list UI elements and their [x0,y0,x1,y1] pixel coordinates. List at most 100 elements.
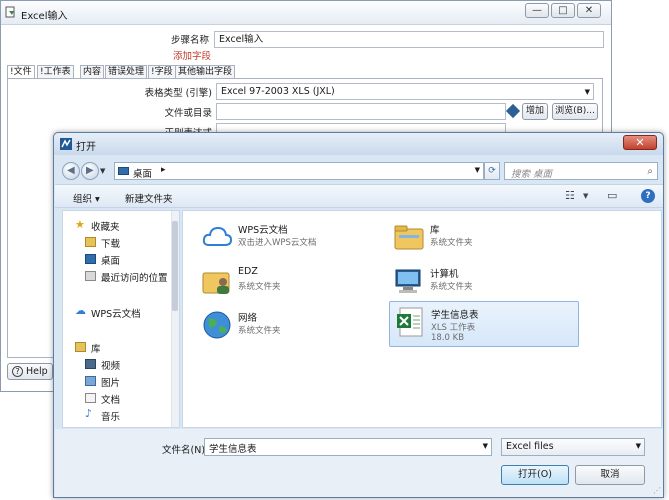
view-options-icon[interactable]: ☷ [565,189,575,202]
dialog-close-button[interactable]: ✕ [623,135,657,150]
breadcrumb-separator[interactable]: ▸ [161,165,166,175]
sidebar-item-label: 最近访问的位置 [101,273,168,284]
file-or-dir-input[interactable] [216,103,506,120]
sidebar-item-label: 视频 [101,361,121,372]
file-type: 系统文件夹 [430,238,473,248]
file-item-wps-cloud[interactable]: WPS云文档 双击进入WPS云文档 [197,217,387,259]
video-icon [85,359,96,369]
resize-grip-icon[interactable]: ⋰ [653,486,661,495]
sidebar-item-recent[interactable]: 最近访问的位置 [63,268,173,284]
chevron-down-icon[interactable]: ▼ [636,442,641,450]
sidebar-item-desktop[interactable]: 桌面 [63,251,173,267]
network-globe-icon [203,311,231,339]
sidebar-item-label: 桌面 [101,256,121,267]
dialog-title: 打开 [76,142,96,153]
sidebar-item-videos[interactable]: 视频 [63,356,173,372]
scrollbar-thumb[interactable] [172,221,178,311]
table-type-label: 表格类型 (引擎) [144,88,212,99]
sidebar-item-label: 收藏夹 [91,222,120,233]
file-name: 学生信息表 [431,310,479,321]
desktop-icon [118,167,129,175]
file-type: 系统文件夹 [238,282,281,292]
table-type-select[interactable]: Excel 97-2003 XLS (JXL) ▼ [216,83,594,100]
sidebar-scrollbar[interactable] [171,211,179,427]
user-folder-icon [202,272,230,294]
window-titlebar: Excel输入 — □ ✕ [1,1,611,25]
close-button[interactable]: ✕ [577,3,601,18]
computer-icon [395,269,421,293]
help-icon[interactable]: ? [641,189,655,203]
file-type: 系统文件夹 [238,326,281,336]
filename-input[interactable]: 学生信息表 ▼ [204,438,492,456]
file-item-computer[interactable]: 计算机 系统文件夹 [389,261,579,303]
back-button[interactable]: ◀ [62,162,80,180]
picture-icon [85,376,96,386]
chevron-down-icon[interactable]: ▼ [475,166,480,174]
tab-error-handling[interactable]: 错误处理 [105,65,148,79]
file-item-edz[interactable]: EDZ 系统文件夹 [197,261,387,303]
tab-other-output-fields[interactable]: 其他输出字段 [175,65,236,79]
sidebar-item-downloads[interactable]: 下载 [63,234,173,250]
add-field-link[interactable]: 添加字段 [173,48,211,62]
step-name-input[interactable]: Excel输入 [214,31,604,48]
file-name: 库 [430,225,440,236]
cancel-button[interactable]: 取消 [575,465,645,485]
sidebar-item-wps[interactable]: ☁ WPS云文档 [63,304,173,320]
file-item-student-info[interactable]: 学生信息表 XLS 工作表 18.0 KB [389,301,579,347]
file-item-network[interactable]: 网络 系统文件夹 [197,305,387,347]
sidebar-item-documents[interactable]: 文档 [63,390,173,406]
filename-value: 学生信息表 [209,444,257,455]
search-input[interactable]: 搜索 桌面 ⌕ [504,162,658,180]
sidebar-item-music[interactable]: ♪ 音乐 [63,407,173,423]
file-name: 网络 [238,313,258,324]
kettle-app-icon [60,138,72,150]
dialog-toolbar: 组织 ▾ 新建文件夹 ☷ ▼ ▭ ? [55,184,663,208]
variable-diamond-icon[interactable] [505,103,521,119]
tab-sheet[interactable]: !工作表 [37,65,74,79]
chevron-down-icon[interactable]: ▼ [483,442,488,450]
tab-content[interactable]: 内容 [80,65,105,79]
refresh-button[interactable]: ⟳ [484,162,500,180]
address-crumb-desktop[interactable]: 桌面 [133,166,152,180]
preview-pane-icon[interactable]: ▭ [607,189,617,202]
forward-button[interactable]: ▶ [81,162,99,180]
sidebar-item-label: 文档 [101,395,121,406]
excel-file-icon [397,307,423,337]
help-button[interactable]: ? Help [7,363,53,380]
cloud-icon: ☁ [75,304,86,317]
library-icon [75,342,86,352]
music-icon: ♪ [85,407,93,420]
file-name: WPS云文档 [238,225,288,236]
filetype-select[interactable]: Excel files ▼ [501,438,645,456]
file-name: 计算机 [430,269,459,280]
file-or-dir-label: 文件或目录 [164,108,212,119]
browse-button[interactable]: 浏览(B)... [552,103,598,120]
help-button-label: Help [26,366,48,377]
search-placeholder: 搜索 桌面 [511,169,553,180]
sidebar-library[interactable]: 库 [63,339,173,355]
file-list: WPS云文档 双击进入WPS云文档 库 系统文件夹 EDZ 系统文件夹 计算机 … [182,210,662,428]
table-type-value: Excel 97-2003 XLS (JXL) [221,86,335,97]
tab-fields[interactable]: !字段 [148,65,176,79]
file-name: EDZ [238,266,258,277]
file-item-library[interactable]: 库 系统文件夹 [389,217,579,259]
organize-menu[interactable]: 组织 ▾ [73,191,100,205]
add-button[interactable]: 增加 [522,103,548,120]
tab-file[interactable]: !文件 [7,65,35,79]
cloud-icon [202,226,233,246]
refresh-icon: ⟳ [488,166,496,176]
desktop-icon [85,254,96,264]
star-icon: ★ [75,218,85,231]
sidebar-item-pictures[interactable]: 图片 [63,373,173,389]
address-bar[interactable]: 桌面 ▸ ▼ [114,162,484,180]
kettle-app-icon [5,6,15,18]
document-icon [85,393,96,403]
sidebar-item-label: 库 [91,344,101,355]
minimize-button[interactable]: — [525,3,549,18]
sidebar-favorites[interactable]: ★ 收藏夹 [63,217,173,233]
recent-locations-dropdown[interactable]: ▼ [100,167,105,175]
chevron-down-icon[interactable]: ▼ [583,192,588,200]
maximize-button[interactable]: □ [551,3,575,18]
open-button[interactable]: 打开(O) [501,465,569,485]
new-folder-button[interactable]: 新建文件夹 [125,191,173,205]
